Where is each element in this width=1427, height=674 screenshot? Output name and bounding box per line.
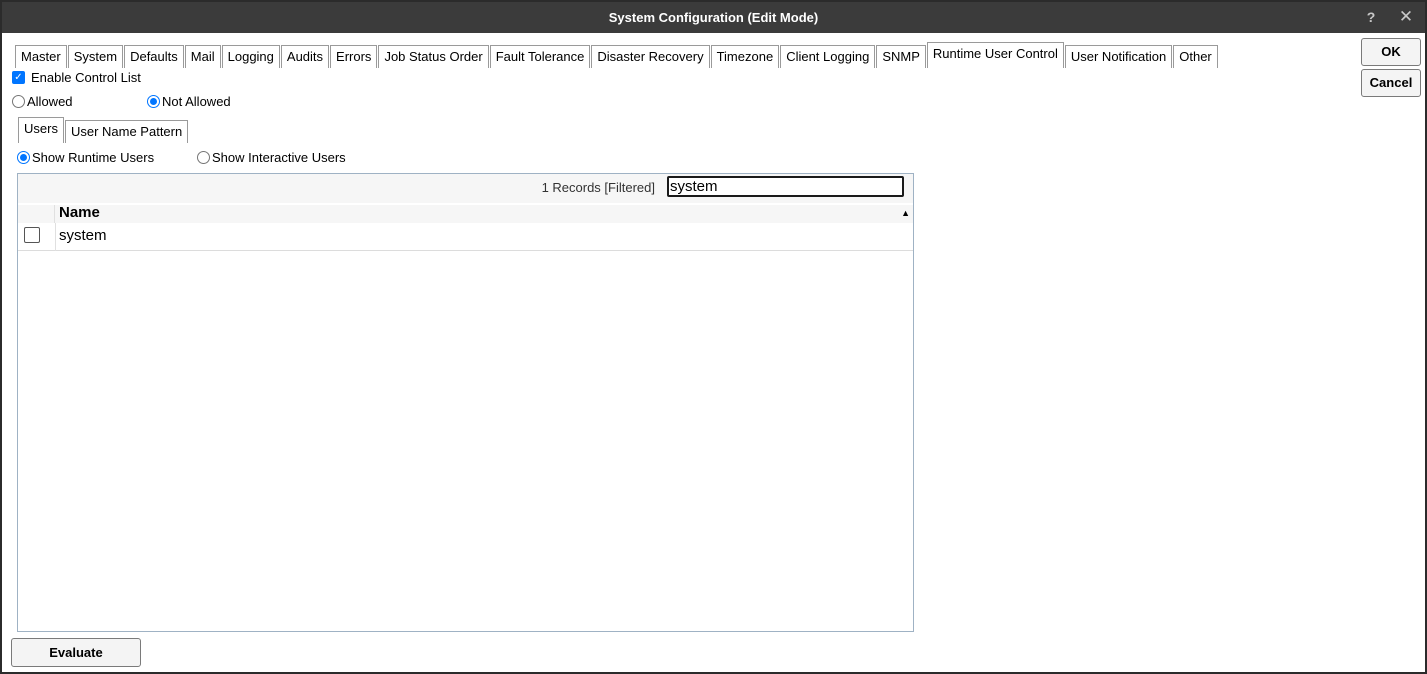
user-subtab-strip: Users User Name Pattern xyxy=(18,117,189,143)
tab-client-logging[interactable]: Client Logging xyxy=(780,45,876,68)
evaluate-button[interactable]: Evaluate xyxy=(11,638,141,667)
table-row[interactable]: system xyxy=(18,223,913,251)
close-icon[interactable]: ✕ xyxy=(1395,6,1417,28)
row-select-checkbox[interactable] xyxy=(24,227,40,243)
tab-defaults[interactable]: Defaults xyxy=(124,45,184,68)
name-column-header[interactable]: Name xyxy=(59,204,100,221)
cancel-button[interactable]: Cancel xyxy=(1361,69,1421,97)
show-interactive-users-radio[interactable] xyxy=(197,151,210,164)
row-name-cell: system xyxy=(59,227,107,244)
tab-snmp[interactable]: SNMP xyxy=(876,45,926,68)
enable-control-list-label: Enable Control List xyxy=(31,70,141,85)
config-tab-strip: Master System Defaults Mail Logging Audi… xyxy=(15,42,1219,68)
subtab-users[interactable]: Users xyxy=(18,117,64,143)
allowed-option[interactable]: Allowed xyxy=(12,94,73,109)
tab-logging[interactable]: Logging xyxy=(221,45,280,68)
allowed-label: Allowed xyxy=(27,94,73,109)
show-interactive-users-option[interactable]: Show Interactive Users xyxy=(197,150,346,165)
tab-disaster-recovery[interactable]: Disaster Recovery xyxy=(591,45,710,68)
show-runtime-users-option[interactable]: Show Runtime Users xyxy=(17,150,154,165)
users-grid: 1 Records [Filtered] system Name ▲ syste… xyxy=(17,173,914,632)
tab-master[interactable]: Master xyxy=(15,45,67,68)
show-interactive-users-label: Show Interactive Users xyxy=(212,150,346,165)
tab-mail[interactable]: Mail xyxy=(184,45,221,68)
header-select-column xyxy=(18,205,55,223)
tab-fault-tolerance[interactable]: Fault Tolerance xyxy=(489,45,591,68)
tab-runtime-user-control[interactable]: Runtime User Control xyxy=(926,42,1064,68)
help-icon[interactable]: ? xyxy=(1360,6,1382,28)
enable-control-list-checkbox[interactable]: ✓ xyxy=(12,71,25,84)
not-allowed-label: Not Allowed xyxy=(162,94,231,109)
tab-system[interactable]: System xyxy=(67,45,124,68)
tab-timezone[interactable]: Timezone xyxy=(710,45,780,68)
title-bar: System Configuration (Edit Mode) ? ✕ xyxy=(2,2,1425,33)
allowed-radio[interactable] xyxy=(12,95,25,108)
grid-toolbar: 1 Records [Filtered] system xyxy=(18,174,913,203)
sort-ascending-icon[interactable]: ▲ xyxy=(901,208,910,218)
not-allowed-option[interactable]: Not Allowed xyxy=(147,94,231,109)
system-configuration-dialog: System Configuration (Edit Mode) ? ✕ Mas… xyxy=(0,0,1427,674)
show-runtime-users-label: Show Runtime Users xyxy=(32,150,155,165)
subtab-user-name-pattern[interactable]: User Name Pattern xyxy=(64,120,189,143)
show-runtime-users-radio[interactable] xyxy=(17,151,30,164)
tab-other[interactable]: Other xyxy=(1173,45,1218,68)
filter-input[interactable]: system xyxy=(667,176,904,197)
grid-header: Name ▲ xyxy=(18,204,913,223)
tab-audits[interactable]: Audits xyxy=(280,45,330,68)
tab-job-status-order[interactable]: Job Status Order xyxy=(378,45,489,68)
tab-user-notification[interactable]: User Notification xyxy=(1064,45,1173,68)
window-title: System Configuration (Edit Mode) xyxy=(608,10,819,25)
ok-button[interactable]: OK xyxy=(1361,38,1421,66)
row-divider xyxy=(55,223,56,251)
not-allowed-radio[interactable] xyxy=(147,95,160,108)
enable-control-list-option[interactable]: ✓ Enable Control List xyxy=(12,70,141,85)
records-count: 1 Records [Filtered] xyxy=(541,180,655,195)
tab-errors[interactable]: Errors xyxy=(330,45,378,68)
